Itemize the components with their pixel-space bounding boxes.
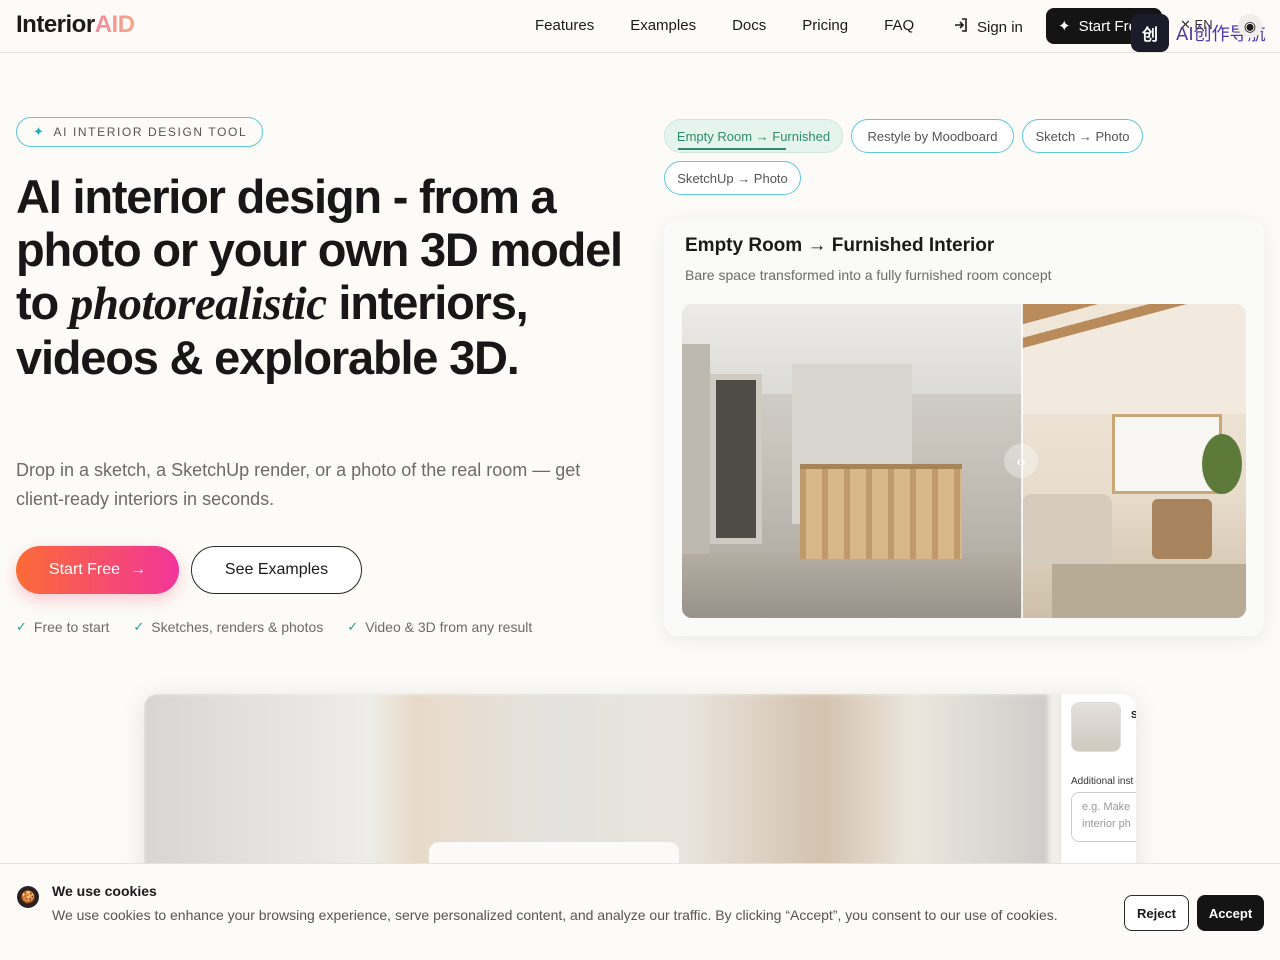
headline-emphasis: photorealistic xyxy=(69,278,327,330)
logo-accent: AID xyxy=(94,11,135,38)
sparkle-icon: ✦ xyxy=(33,124,46,139)
showcase-title: Empty Room → Furnished Interior xyxy=(685,235,995,256)
hero-subheadline: Drop in a sketch, a SketchUp render, or … xyxy=(16,460,581,509)
nav-link-examples[interactable]: Examples xyxy=(630,17,696,34)
nav-link-docs[interactable]: Docs xyxy=(732,17,766,34)
nav-link-pricing[interactable]: Pricing xyxy=(802,17,848,34)
mode-chip-label: Empty Room → Furnished xyxy=(676,128,831,144)
logo[interactable]: InteriorAID xyxy=(16,11,135,39)
sparkle-icon: ✦ xyxy=(1058,18,1071,35)
mode-chip-sketchup-photo[interactable]: SketchUp → Photo xyxy=(664,161,801,195)
perk-item: ✓ Free to start xyxy=(16,619,109,635)
perk-label: Sketches, renders & photos xyxy=(151,619,324,635)
source-name: S xyxy=(1131,710,1136,721)
before-after-slider[interactable]: ‹› xyxy=(682,304,1246,618)
perk-item: ✓ Video & 3D from any result xyxy=(347,619,532,635)
autoplay-progress-bar xyxy=(678,148,786,150)
cookie-icon: 🍪 xyxy=(17,886,39,908)
mode-chip-label: Restyle by Moodboard xyxy=(867,128,998,144)
sign-in-icon xyxy=(953,17,969,37)
cookie-accept-button[interactable]: Accept xyxy=(1197,895,1264,931)
showcase-subtitle: Bare space transformed into a fully furn… xyxy=(685,267,1052,283)
sign-in-button[interactable]: Sign in xyxy=(953,17,1023,37)
hero-badge: ✦ AI INTERIOR DESIGN TOOL xyxy=(16,117,263,147)
nav-link-features[interactable]: Features xyxy=(535,17,594,34)
perk-label: Video & 3D from any result xyxy=(365,619,533,635)
check-icon: ✓ xyxy=(16,619,27,634)
top-nav: InteriorAID Features Examples Docs Prici… xyxy=(0,0,1280,53)
mode-chip-label: SketchUp → Photo xyxy=(677,170,788,186)
cookie-title: We use cookies xyxy=(52,883,157,899)
perks-list: ✓ Free to start ✓ Sketches, renders & ph… xyxy=(16,619,532,635)
cookie-reject-button[interactable]: Reject xyxy=(1124,895,1189,931)
nav-links: Features Examples Docs Pricing FAQ xyxy=(535,17,914,34)
see-examples-button[interactable]: See Examples xyxy=(191,546,362,594)
mode-chip-restyle-moodboard[interactable]: Restyle by Moodboard xyxy=(851,119,1014,153)
extension-eye-icon[interactable]: ◉ xyxy=(1238,14,1262,38)
perk-label: Free to start xyxy=(33,619,110,635)
see-examples-label: See Examples xyxy=(224,561,329,578)
before-image-empty-room xyxy=(682,304,1022,618)
check-icon: ✓ xyxy=(347,619,359,634)
mode-chip-sketch-photo[interactable]: Sketch → Photo xyxy=(1022,119,1143,153)
source-thumbnail[interactable] xyxy=(1071,702,1121,752)
after-image-furnished-room xyxy=(1022,304,1246,618)
check-icon: ✓ xyxy=(133,619,145,634)
extension-app-icon[interactable]: 创 xyxy=(1131,14,1169,52)
mode-chip-label: Sketch → Photo xyxy=(1035,128,1130,144)
logo-main: Interior xyxy=(16,11,95,38)
mode-chip-empty-room[interactable]: Empty Room → Furnished xyxy=(664,119,843,153)
arrow-right-icon: → xyxy=(130,561,147,578)
hero-badge-label: AI INTERIOR DESIGN TOOL xyxy=(53,125,248,139)
slider-handle-icon[interactable]: ‹› xyxy=(1004,444,1038,478)
showcase-card: Empty Room → Furnished Interior Bare spa… xyxy=(664,219,1264,636)
instructions-label: Additional inst xyxy=(1071,776,1134,787)
nav-link-faq[interactable]: FAQ xyxy=(884,17,914,34)
perk-item: ✓ Sketches, renders & photos xyxy=(133,619,323,635)
start-free-label: Start Free xyxy=(48,561,121,578)
cookie-text: We use cookies to enhance your browsing … xyxy=(52,907,1058,923)
hero-headline: AI interior design - from a photo or you… xyxy=(16,170,626,384)
sign-in-label: Sign in xyxy=(977,18,1023,36)
instructions-textarea[interactable]: e.g. Make interior ph xyxy=(1071,792,1136,842)
start-free-button[interactable]: Start Free → xyxy=(16,546,179,594)
cookie-banner: 🍪 We use cookies We use cookies to enhan… xyxy=(0,863,1280,960)
